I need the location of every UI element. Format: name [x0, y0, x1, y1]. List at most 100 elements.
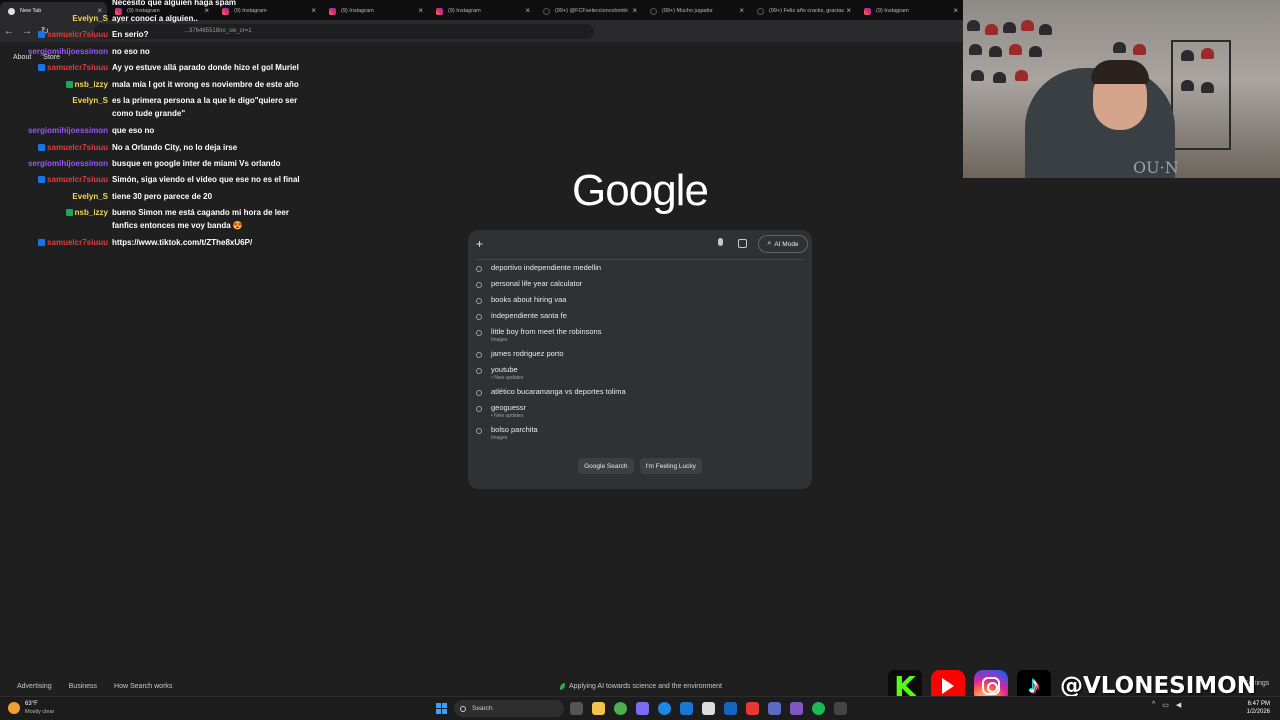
footer-center[interactable]: Applying AI towards science and the envi…	[560, 676, 722, 696]
app-icon[interactable]	[768, 702, 781, 715]
ai-mode-button[interactable]: ⌕ AI Mode	[758, 235, 808, 253]
close-tab-icon[interactable]: ×	[418, 6, 423, 15]
app-icon[interactable]	[834, 702, 847, 715]
browser-tab[interactable]: (9) Instagram ×	[321, 2, 428, 20]
hat-icon	[1015, 70, 1028, 81]
tiktok-icon	[650, 7, 657, 15]
chat-text: bueno Simon me está cagando mi hora de l…	[112, 208, 289, 230]
taskbar-search-label: Search	[472, 705, 493, 712]
search-dropdown: + ⌕ AI Mode deportivo independiente mede…	[468, 230, 812, 489]
weather-widget[interactable]: 63°F Mostly clear	[8, 700, 54, 716]
tab-label: (99+) Feliz año cracks, gracias	[769, 8, 845, 14]
chrome-icon[interactable]	[614, 702, 627, 715]
instagram-icon	[436, 7, 443, 15]
close-tab-icon[interactable]: ×	[739, 6, 744, 15]
suggestion-subtext: • New updates	[491, 413, 524, 419]
chat-text: ayer conocí a alguien..	[112, 14, 198, 23]
chat-badge-icon	[38, 64, 46, 71]
chat-username-text: samuelcr7siuuu	[47, 143, 108, 152]
suggestion-item[interactable]: independiente santa fe	[468, 308, 812, 324]
shoe-shelf	[1171, 40, 1231, 150]
weather-icon	[8, 702, 20, 714]
suggestion-item[interactable]: james rodriguez porto	[468, 346, 812, 362]
browser-tab[interactable]: (99+) Feliz año cracks, gracias ×	[749, 2, 856, 20]
google-search-button[interactable]: Google Search	[578, 458, 634, 474]
browser-tab[interactable]: (9) Instagram ×	[428, 2, 535, 20]
task-view-icon[interactable]	[570, 702, 583, 715]
discord-icon[interactable]	[790, 702, 803, 715]
microphone-icon[interactable]	[718, 238, 723, 246]
spotify-icon[interactable]	[812, 702, 825, 715]
chat-badge-icon	[38, 31, 46, 38]
suggestion-text: youtube	[491, 365, 518, 374]
chat-username-text: Evelyn_S	[72, 14, 108, 23]
app-icon[interactable]	[746, 702, 759, 715]
chevron-up-icon[interactable]: ^	[1152, 701, 1155, 709]
chat-username-text: Evelyn_S	[72, 96, 108, 105]
close-tab-icon[interactable]: ×	[846, 6, 851, 15]
edge-icon[interactable]	[658, 702, 671, 715]
chat-username-text: samuelcr7siuuu	[47, 30, 108, 39]
taskbar-search[interactable]: Search	[454, 700, 564, 717]
advertising-link[interactable]: Advertising	[17, 683, 52, 690]
suggestion-text: little boy from meet the robinsons	[491, 327, 602, 336]
business-link[interactable]: Business	[69, 683, 97, 690]
history-icon	[476, 406, 482, 412]
suggestion-item[interactable]: atlético bucaramanga vs deportes tolima	[468, 384, 812, 400]
clock-time: 6:47 PM	[1247, 701, 1270, 707]
volume-icon[interactable]: ◀	[1176, 701, 1181, 709]
suggestion-list: deportivo independiente medellin personal…	[468, 260, 812, 444]
history-icon	[476, 352, 482, 358]
suggestion-text: books about hiring vaa	[491, 295, 567, 304]
chat-text: No a Orlando City, no lo deja irse	[112, 143, 238, 152]
tab-label: (99+) Mucho jugador	[662, 8, 713, 14]
browser-tab[interactable]: (99+) Mucho jugador ×	[642, 2, 749, 20]
suggestion-item[interactable]: geoguessr • New updates	[468, 400, 812, 422]
search-icon: ⌕	[767, 240, 772, 247]
tiktok-icon	[757, 7, 764, 15]
tab-label: (9) Instagram	[876, 8, 909, 14]
file-explorer-icon[interactable]	[592, 702, 605, 715]
app-icon[interactable]	[724, 702, 737, 715]
taskbar: 63°F Mostly clear Search ^ ▭ ◀ 6:47 PM 1…	[0, 696, 1280, 720]
suggestion-item[interactable]: personal life year calculator	[468, 276, 812, 292]
hat-icon	[1039, 24, 1052, 35]
chat-username: Evelyn_S	[72, 94, 108, 107]
add-icon[interactable]: +	[476, 237, 483, 251]
hat-icon	[1021, 20, 1034, 31]
chat-username: samuelcr7siuuu	[38, 173, 108, 186]
store-icon[interactable]	[702, 702, 715, 715]
suggestion-item[interactable]: youtube • New updates	[468, 362, 812, 384]
app-icon[interactable]	[636, 702, 649, 715]
search-input[interactable]	[494, 236, 714, 252]
close-tab-icon[interactable]: ×	[632, 6, 637, 15]
clock[interactable]: 6:47 PM 1/2/2026	[1240, 700, 1270, 716]
chat-username-text: samuelcr7siuuu	[47, 63, 108, 72]
close-tab-icon[interactable]: ×	[525, 6, 530, 15]
chat-badge-icon	[38, 176, 46, 183]
suggestion-item[interactable]: little boy from meet the robinsons Images	[468, 324, 812, 346]
hat-icon	[993, 72, 1006, 83]
browser-tab[interactable]: (99+) @FCFseleccioncolombi ×	[535, 2, 642, 20]
chat-text: https://www.tiktok.com/t/ZThe8xU6P/	[112, 238, 253, 247]
history-icon	[476, 282, 482, 288]
webcam-overlay: OU·N	[963, 0, 1280, 178]
feeling-lucky-button[interactable]: I'm Feeling Lucky	[639, 458, 702, 474]
suggestion-text: independiente santa fe	[491, 311, 567, 320]
network-icon[interactable]: ▭	[1162, 701, 1169, 709]
suggestion-item[interactable]: books about hiring vaa	[468, 292, 812, 308]
hat-icon	[1113, 42, 1126, 53]
close-tab-icon[interactable]: ×	[953, 6, 958, 15]
suggestion-item[interactable]: deportivo independiente medellin	[468, 260, 812, 276]
suggestion-item[interactable]: bolso parchita Images	[468, 422, 812, 444]
outlook-icon[interactable]	[680, 702, 693, 715]
hat-icon	[1009, 44, 1022, 55]
chat-text: mala mía I got it wrong es noviembre de …	[112, 80, 299, 89]
google-lens-icon[interactable]	[738, 239, 747, 248]
chat-badge-icon	[65, 81, 73, 88]
history-icon	[476, 368, 482, 374]
how-search-works-link[interactable]: How Search works	[114, 683, 172, 690]
tab-label: (99+) @FCFseleccioncolombi	[555, 8, 628, 14]
windows-start-icon[interactable]	[436, 703, 447, 714]
browser-tab[interactable]: (9) Instagram ×	[856, 2, 963, 20]
